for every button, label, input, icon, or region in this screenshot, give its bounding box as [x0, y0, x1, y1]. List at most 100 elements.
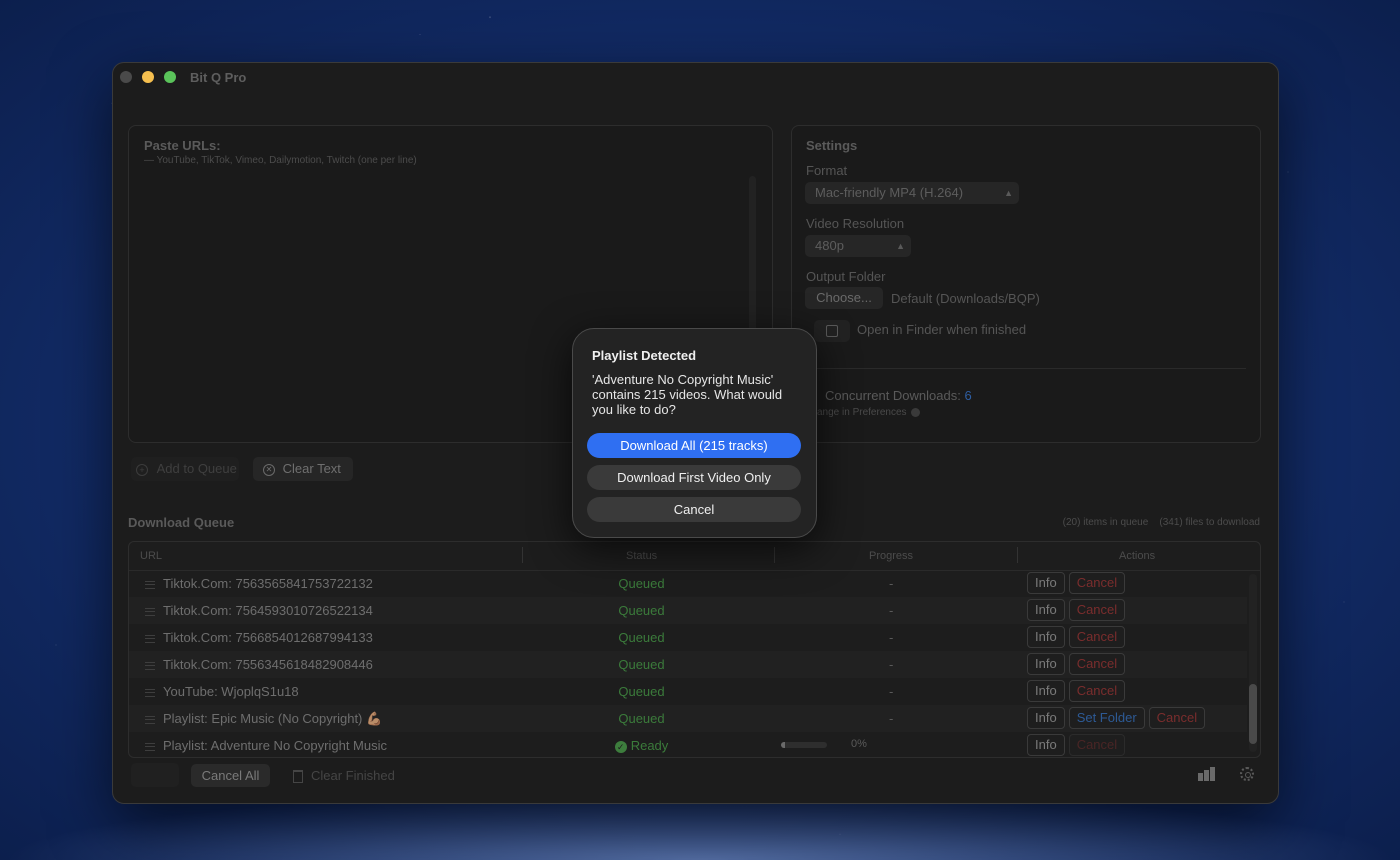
table-row[interactable]: Playlist: Epic Music (No Copyright) 💪🏽 Q…	[129, 705, 1247, 732]
row-status: Queued	[618, 711, 665, 726]
info-button[interactable]: Info	[1027, 707, 1065, 729]
clear-text-button[interactable]: ✕ Clear Text	[253, 457, 353, 481]
concurrent-value: 6	[964, 388, 972, 403]
paste-urls-title: Paste URLs:	[144, 138, 221, 153]
info-button[interactable]: Info	[1027, 680, 1065, 702]
cancel-all-button[interactable]: Cancel All	[191, 764, 270, 787]
row-progress: -	[889, 657, 894, 672]
info-button[interactable]: Info	[1027, 626, 1065, 648]
clear-finished-button[interactable]: Clear Finished	[293, 768, 395, 784]
table-row[interactable]: YouTube: WjoplqS1u18 Queued - Info Cancel	[129, 678, 1247, 705]
drag-handle-icon[interactable]	[145, 662, 155, 670]
row-status: Queued	[618, 657, 665, 672]
output-folder-value: Default (Downloads/BQP)	[891, 291, 1040, 306]
choose-folder-button[interactable]: Choose...	[805, 287, 883, 309]
column-progress[interactable]: Progress	[869, 550, 913, 562]
table-row[interactable]: Tiktok.Com: 7564593010726522134 Queued -…	[129, 597, 1247, 624]
row-actions: Info Cancel	[1027, 572, 1129, 594]
row-actions: Info Cancel	[1027, 734, 1129, 756]
row-url: Playlist: Epic Music (No Copyright) 💪🏽	[163, 711, 383, 726]
gear-icon[interactable]	[1240, 767, 1254, 781]
row-status: Queued	[618, 684, 665, 699]
clear-text-label: Clear Text	[282, 461, 341, 476]
maximize-icon[interactable]	[164, 71, 176, 83]
titlebar: Bit Q Pro	[113, 63, 1278, 93]
row-url: Playlist: Adventure No Copyright Music	[163, 738, 387, 753]
drag-handle-icon[interactable]	[145, 716, 155, 724]
drag-handle-icon[interactable]	[145, 581, 155, 589]
info-button[interactable]: Info	[1027, 572, 1065, 594]
row-status-text: Ready	[630, 738, 669, 753]
x-circle-icon: ✕	[263, 463, 275, 476]
column-url[interactable]: URL	[140, 550, 162, 562]
column-separator[interactable]	[1017, 547, 1018, 563]
cancel-button[interactable]: Cancel	[1148, 707, 1206, 729]
row-actions: Info Cancel	[1027, 653, 1129, 675]
drag-handle-icon[interactable]	[145, 635, 155, 643]
open-finder-checkbox-wrap[interactable]	[814, 320, 850, 342]
format-value: Mac-friendly MP4 (H.264)	[815, 185, 964, 200]
column-status[interactable]: Status	[626, 550, 657, 562]
cancel-button[interactable]: Cancel	[1068, 680, 1126, 702]
table-row[interactable]: Playlist: Adventure No Copyright Music ✓…	[129, 732, 1247, 757]
column-actions[interactable]: Actions	[1119, 550, 1155, 562]
cancel-button[interactable]: Cancel	[1068, 572, 1126, 594]
row-status: Queued	[618, 576, 665, 591]
table-row[interactable]: Tiktok.Com: 7556345618482908446 Queued -…	[129, 651, 1247, 678]
cancel-button: Cancel	[1068, 734, 1126, 756]
concurrent-downloads: Concurrent Downloads: 6	[825, 388, 972, 403]
arrow-circle-icon[interactable]	[911, 407, 921, 417]
close-icon[interactable]	[120, 71, 132, 83]
download-queue-title: Download Queue	[128, 515, 235, 530]
row-progress: -	[889, 684, 894, 699]
format-label: Format	[806, 163, 848, 178]
row-actions: Info Cancel	[1027, 626, 1129, 648]
cancel-button[interactable]: Cancel	[1068, 599, 1126, 621]
drag-handle-icon[interactable]	[145, 689, 155, 697]
add-to-queue-button[interactable]: + Add to Queue	[131, 457, 239, 481]
settings-panel: Settings Format Mac-friendly MP4 (H.264)…	[791, 125, 1261, 443]
trash-icon	[293, 770, 303, 784]
open-finder-checkbox[interactable]	[826, 325, 838, 337]
output-folder-label: Output Folder	[806, 269, 886, 284]
column-separator[interactable]	[774, 547, 775, 563]
download-queue-table: URL Status Progress Actions Tiktok.Com: …	[128, 541, 1261, 758]
queue-count: (20) items in queue (341) files to downl…	[1062, 517, 1260, 528]
resolution-value: 480p	[815, 238, 844, 253]
row-progress-percent: 0%	[851, 738, 867, 750]
column-separator[interactable]	[522, 547, 523, 563]
resolution-select[interactable]: 480p ▲	[805, 235, 911, 257]
format-select[interactable]: Mac-friendly MP4 (H.264) ▲	[805, 182, 1019, 204]
preferences-hint: ange in Preferences	[817, 407, 921, 418]
info-button[interactable]: Info	[1027, 599, 1065, 621]
row-status: Queued	[618, 603, 665, 618]
start-button-disabled	[131, 763, 179, 787]
table-row[interactable]: Tiktok.Com: 7563565841753722132 Queued -…	[129, 570, 1247, 597]
info-button[interactable]: Info	[1027, 734, 1065, 756]
download-all-button[interactable]: Download All (215 tracks)	[587, 433, 801, 458]
row-progress: -	[889, 603, 894, 618]
checkmark-icon: ✓	[614, 740, 627, 753]
info-button[interactable]: Info	[1027, 653, 1065, 675]
cancel-button[interactable]: Cancel	[1068, 653, 1126, 675]
row-progress: -	[889, 630, 894, 645]
plus-circle-icon: +	[136, 463, 148, 476]
row-url: Tiktok.Com: 7556345618482908446	[163, 657, 373, 672]
stats-icon[interactable]	[1198, 767, 1216, 781]
set-folder-button[interactable]: Set Folder	[1068, 707, 1145, 729]
minimize-icon[interactable]	[142, 71, 154, 83]
table-scrollbar-thumb[interactable]	[1249, 684, 1257, 744]
dialog-cancel-button[interactable]: Cancel	[587, 497, 801, 522]
cancel-button[interactable]: Cancel	[1068, 626, 1126, 648]
table-row[interactable]: Tiktok.Com: 7566854012687994133 Queued -…	[129, 624, 1247, 651]
row-actions: Info Cancel	[1027, 599, 1129, 621]
drag-handle-icon[interactable]	[145, 608, 155, 616]
resolution-label: Video Resolution	[806, 216, 905, 231]
row-url: Tiktok.Com: 7566854012687994133	[163, 630, 373, 645]
table-scrollbar[interactable]	[1249, 574, 1257, 752]
row-progress: -	[889, 576, 894, 591]
row-url: YouTube: WjoplqS1u18	[163, 684, 299, 699]
table-header: URL Status Progress Actions	[129, 542, 1260, 571]
download-first-video-button[interactable]: Download First Video Only	[587, 465, 801, 490]
drag-handle-icon[interactable]	[145, 743, 155, 751]
